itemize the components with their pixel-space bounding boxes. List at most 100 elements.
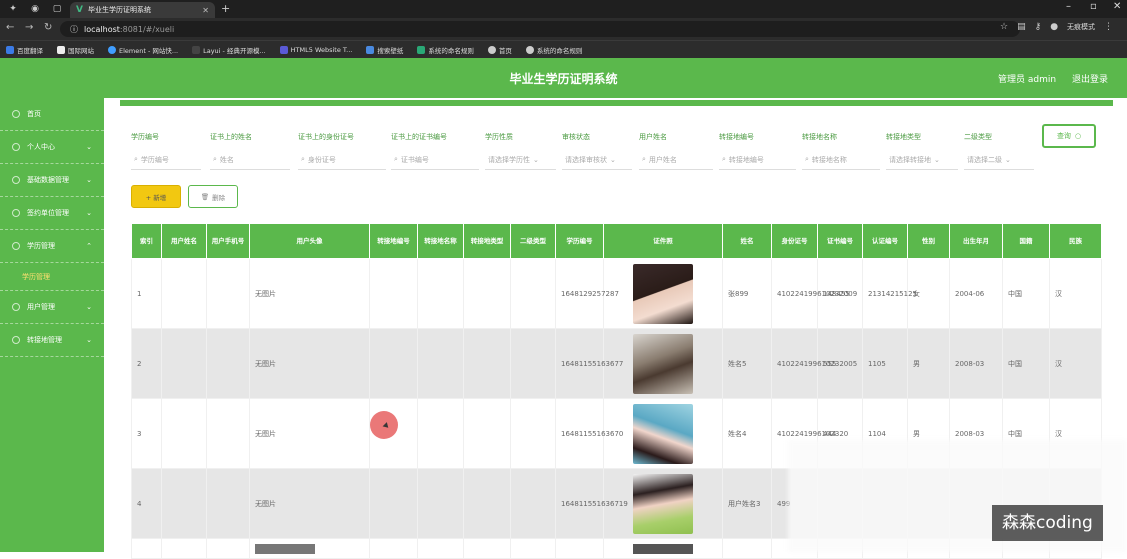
cell-index	[131, 538, 162, 559]
sidebar-item-users[interactable]: 用户管理 ⌄	[0, 291, 104, 324]
cell-xueli-no	[555, 538, 604, 559]
key-icon[interactable]: ⚷	[1035, 22, 1042, 32]
add-button[interactable]: + 新增	[131, 185, 181, 208]
filter-label: 学历编号	[131, 133, 159, 141]
cell-index: 4	[131, 468, 162, 539]
status-select[interactable]: 请选择审核状 ⌄	[562, 150, 632, 170]
bookmark-3[interactable]: Element - 网站快...	[108, 45, 178, 55]
cell-transfer-type	[463, 468, 511, 539]
transfer-no-input[interactable]: ⌕ 转接地编号	[719, 150, 796, 170]
cell-photo[interactable]	[603, 258, 723, 329]
cell-transfer-name	[417, 398, 464, 469]
url-host: localhost	[84, 24, 120, 34]
id-photo[interactable]	[633, 473, 693, 534]
github-icon	[487, 45, 496, 54]
bookmark-7[interactable]: 系统的命名规则	[417, 45, 474, 55]
filter-label: 证书上的证书编号	[391, 133, 447, 141]
col-header: 转接地名称	[417, 223, 464, 259]
query-button[interactable]: 查询 ○	[1042, 124, 1096, 148]
info-icon: ⓘ	[70, 24, 78, 34]
id-photo[interactable]	[633, 333, 693, 394]
bookmark-2[interactable]: 国际网站	[57, 45, 94, 55]
sidebar-item-basic-data[interactable]: 基础数据管理 ⌄	[0, 164, 104, 197]
back-icon[interactable]: ←	[6, 22, 14, 33]
github-icon	[525, 45, 534, 54]
cell-transfer-no	[369, 468, 418, 539]
id-no-input[interactable]: ⌕ 身份证号	[298, 150, 386, 170]
col-header: 证书编号	[817, 223, 863, 259]
xueli-no-input[interactable]: ⌕ 学历编号	[131, 150, 201, 170]
sidebar-item-profile[interactable]: 个人中心 ⌄	[0, 131, 104, 164]
id-photo[interactable]	[633, 403, 693, 464]
close-icon[interactable]: ✕	[202, 6, 209, 15]
logout-link[interactable]: 退出登录	[1072, 72, 1108, 85]
bookmark-4[interactable]: Layui - 经典开源模...	[192, 45, 266, 55]
browser-icon[interactable]: ◉	[28, 2, 42, 16]
reload-icon[interactable]: ↻	[44, 22, 52, 33]
address-bar: ← → ↻ ⓘ localhost:8081/#/xueli ☆ ▤ ⚷ ● 无…	[0, 18, 1127, 40]
cell-transfer-name	[417, 538, 464, 559]
table-row[interactable]: 1 无图片 1648129257287 张899 410224199610232…	[131, 258, 1102, 329]
sidebar-item-home[interactable]: 首页	[0, 98, 104, 131]
bookmark-8[interactable]: 首页	[487, 45, 512, 55]
minimize-icon[interactable]: –	[1066, 1, 1071, 12]
maximize-icon[interactable]: ▫	[1090, 1, 1097, 12]
new-tab-icon[interactable]: +	[221, 2, 230, 15]
trash-icon: 🗑	[200, 192, 210, 201]
chevron-down-icon: ⌄	[86, 143, 92, 151]
name-input[interactable]: ⌕ 姓名	[210, 150, 290, 170]
window-close-icon[interactable]: ✕	[1113, 1, 1121, 12]
extension-icon[interactable]: ▤	[1017, 22, 1026, 32]
avatar-icon[interactable]: ●	[1050, 22, 1058, 32]
sidebar-item-employer[interactable]: 签约单位管理 ⌄	[0, 197, 104, 230]
user-name-input[interactable]: ⌕ 用户姓名	[639, 150, 713, 170]
xueli-type-select[interactable]: 请选择学历性 ⌄	[485, 150, 556, 170]
bookmark-6[interactable]: 搜索壁纸	[366, 45, 403, 55]
cell-user-name	[161, 538, 207, 559]
cell-photo	[603, 538, 723, 559]
sub-type-select[interactable]: 请选择二级 ⌄	[964, 150, 1034, 170]
cell-xueli-no: 1648129257287	[555, 258, 619, 329]
cell-id-no: 410224199610232005	[771, 328, 857, 399]
search-icon: ⌕	[394, 155, 398, 163]
bookmark-5[interactable]: HTML5 Website T...	[279, 45, 352, 54]
bookmark-9[interactable]: 系统的命名规则	[525, 45, 582, 55]
cell-birth: 2008-03	[949, 328, 1003, 399]
cell-nation: 中国	[1002, 258, 1050, 329]
wallpaper-icon	[366, 45, 375, 54]
cell-user-phone	[206, 258, 250, 329]
chevron-down-icon: ⌄	[533, 155, 539, 164]
doc-icon	[417, 45, 426, 54]
col-header: 学历编号	[555, 223, 604, 259]
cell-index: 1	[131, 258, 162, 329]
col-header: 二级类型	[510, 223, 556, 259]
transfer-name-input[interactable]: ⌕ 转接地名称	[802, 150, 880, 170]
browser-tab-bar: ✦ ◉ ▢ V 毕业生学历证明系统 ✕ + – ▫ ✕	[0, 0, 1127, 18]
transfer-type-select[interactable]: 请选择转接地 ⌄	[886, 150, 958, 170]
id-photo[interactable]	[633, 263, 693, 324]
sidebar-item-education[interactable]: 学历管理 ⌃	[0, 230, 104, 263]
id-photo[interactable]	[633, 543, 693, 554]
cell-auth-no: 1105	[862, 328, 908, 399]
filter-label: 转接地名称	[802, 133, 837, 141]
filter-label: 转接地类型	[886, 133, 921, 141]
star-icon[interactable]: ☆	[1000, 22, 1008, 32]
cell-user-name	[161, 258, 207, 329]
browser-tab[interactable]: V 毕业生学历证明系统 ✕	[70, 2, 215, 18]
forward-icon[interactable]: →	[25, 22, 33, 33]
url-field[interactable]: ⓘ localhost:8081/#/xueli	[60, 21, 1020, 37]
table-row[interactable]: 2 无图片 16481155163677 姓名5 410224199610232…	[131, 328, 1102, 399]
col-header: 用户头像	[249, 223, 370, 259]
mouse-cursor	[370, 411, 398, 439]
sidebar-item-transfer[interactable]: 转接地管理 ⌄	[0, 324, 104, 357]
sidebar-subitem-education[interactable]: 学历管理	[0, 263, 104, 291]
window-icon[interactable]: ▢	[50, 2, 64, 16]
cert-no-input[interactable]: ⌕ 证书编号	[391, 150, 479, 170]
bookmark-1[interactable]: 百度翻译	[6, 45, 43, 55]
chevron-down-icon: ⌄	[1005, 155, 1011, 164]
cell-name: 姓名4	[722, 398, 772, 469]
incognito-label: 无痕模式	[1067, 23, 1096, 31]
menu-icon[interactable]: ⋮	[1104, 22, 1113, 32]
tab-actions-icon[interactable]: ✦	[6, 2, 20, 16]
delete-button[interactable]: 🗑 删除	[188, 185, 238, 208]
